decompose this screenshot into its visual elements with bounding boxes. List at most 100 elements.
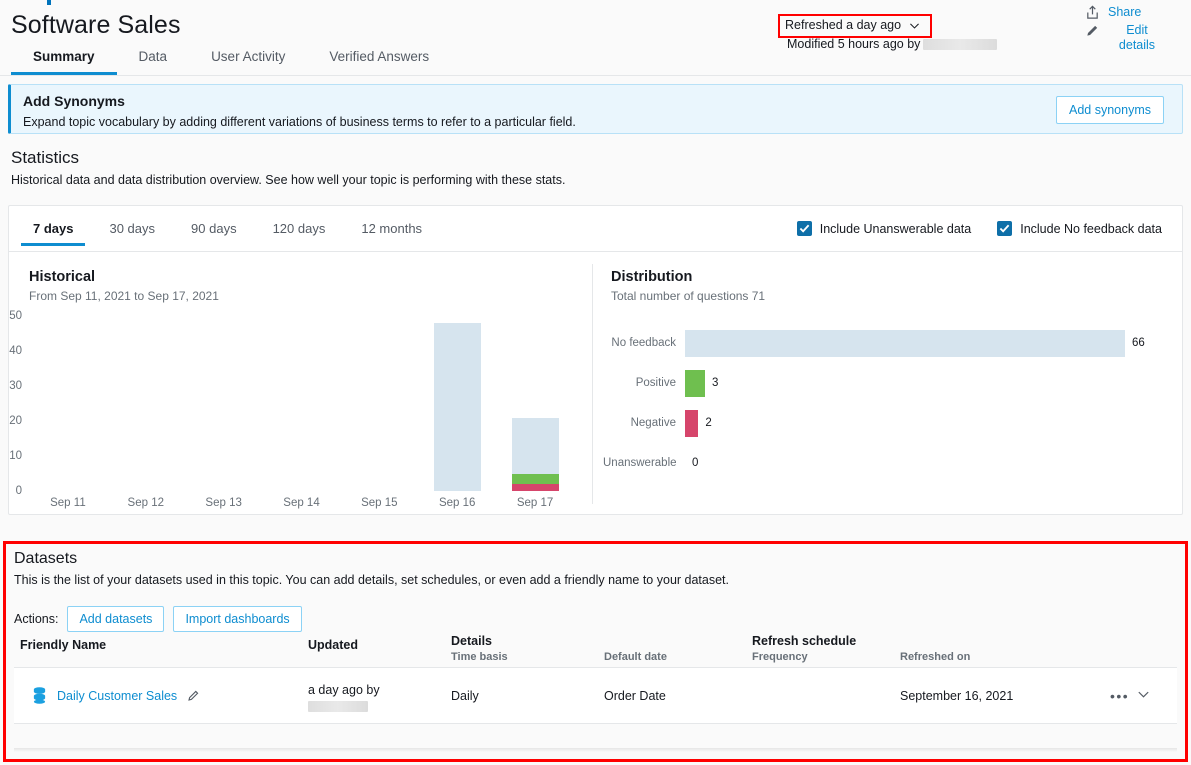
range-tab-12-months[interactable]: 12 months	[343, 214, 440, 246]
dataset-time-basis-cell: Daily	[451, 688, 479, 703]
datasets-table: Friendly Name Updated Details Time basis…	[14, 634, 1177, 724]
range-tab-30-days[interactable]: 30 days	[91, 214, 173, 246]
edit-name-pencil-icon[interactable]	[187, 689, 200, 702]
range-tab-120-days[interactable]: 120 days	[255, 214, 344, 246]
add-datasets-button[interactable]: Add datasets	[67, 606, 165, 632]
dataset-refreshed-on-cell: September 16, 2021	[900, 688, 1014, 703]
x-axis-tick: Sep 14	[283, 497, 320, 509]
distribution-row[interactable]: No feedback 66	[603, 323, 1173, 363]
historical-title: Historical	[29, 269, 96, 285]
column-refreshed-on: Refreshed on	[900, 651, 971, 663]
refreshed-dropdown[interactable]: Refreshed a day ago	[785, 18, 921, 32]
historical-subtitle: From Sep 11, 2021 to Sep 17, 2021	[29, 289, 219, 303]
page-title: Software Sales	[11, 11, 181, 39]
dataset-icon	[33, 686, 46, 704]
distribution-title: Distribution	[611, 269, 693, 285]
range-tab-90-days[interactable]: 90 days	[173, 214, 255, 246]
datasets-title: Datasets	[14, 550, 78, 567]
range-tabs: 7 days 30 days 90 days 120 days 12 month…	[15, 214, 440, 246]
historical-panel: Historical From Sep 11, 2021 to Sep 17, …	[9, 261, 592, 511]
import-dashboards-button[interactable]: Import dashboards	[173, 606, 302, 632]
main-tabs: Summary Data User Activity Verified Answ…	[11, 49, 451, 75]
historical-chart: 50 40 30 20 10 0	[9, 310, 574, 497]
datasets-description: This is the list of your datasets used i…	[14, 573, 730, 587]
tab-summary[interactable]: Summary	[11, 49, 117, 75]
historical-x-axis: Sep 11 Sep 12 Sep 13 Sep 14 Sep 15 Sep 16 Sep …	[29, 497, 574, 517]
share-button[interactable]: Share	[1085, 5, 1177, 20]
range-tab-7-days[interactable]: 7 days	[15, 214, 91, 246]
add-synonyms-button[interactable]: Add synonyms	[1056, 96, 1164, 124]
chart-bar-segment	[511, 484, 559, 491]
share-icon	[1087, 5, 1098, 19]
column-default-date: Default date	[604, 651, 667, 663]
y-axis-tick: 40	[9, 345, 22, 357]
data-filter-checkboxes: Include Unanswerable data Include No fee…	[796, 221, 1162, 236]
distribution-subtitle: Total number of questions 71	[611, 289, 766, 303]
dataset-name-cell: Daily Customer Sales	[32, 686, 200, 705]
x-axis-tick: Sep 13	[205, 497, 242, 509]
add-synonyms-title: Add Synonyms	[23, 93, 125, 109]
column-refresh-schedule: Refresh schedule	[752, 634, 857, 648]
checkbox-include-unanswerable[interactable]: Include Unanswerable data	[796, 221, 971, 236]
modified-status: Modified 5 hours ago by	[787, 37, 998, 51]
row-expand-chevron-icon[interactable]	[1136, 686, 1151, 701]
breadcrumb-stub	[47, 0, 51, 5]
chevron-down-icon	[910, 23, 919, 29]
edit-details-button[interactable]: Edit details	[1085, 23, 1177, 53]
distribution-value: 2	[705, 417, 712, 429]
x-axis-tick: Sep 11	[50, 497, 86, 509]
page-header: Software Sales Summary Data User Activit…	[0, 0, 1191, 76]
pencil-icon	[1087, 25, 1098, 36]
table-bottom-shadow	[14, 748, 1177, 752]
column-time-basis: Time basis	[451, 651, 508, 663]
distribution-value: 3	[712, 377, 719, 389]
share-label: Share	[1108, 5, 1142, 19]
refreshed-label: Refreshed a day ago	[785, 18, 902, 32]
y-axis-tick: 30	[9, 380, 22, 392]
add-synonyms-banner: Add Synonyms Expand topic vocabulary by …	[8, 84, 1183, 134]
y-axis-tick: 20	[9, 415, 22, 427]
distribution-value: 0	[692, 457, 699, 469]
add-synonyms-description: Expand topic vocabulary by adding differ…	[23, 115, 576, 129]
checkmark-icon	[997, 221, 1013, 236]
dataset-default-date-cell: Order Date	[604, 688, 666, 703]
distribution-bar	[685, 369, 705, 397]
tab-verified-answers[interactable]: Verified Answers	[307, 49, 451, 75]
x-axis-tick: Sep 15	[361, 497, 398, 509]
dataset-updated-text: a day ago by	[308, 683, 380, 697]
tab-data[interactable]: Data	[117, 49, 190, 75]
row-more-actions-icon[interactable]: •••	[1110, 688, 1129, 704]
y-axis-tick: 10	[9, 450, 22, 462]
refresh-status-group: Refreshed a day ago	[785, 16, 925, 34]
distribution-row[interactable]: Unanswerable 0	[603, 443, 1173, 483]
y-axis-tick: 50	[9, 310, 22, 322]
datasets-table-header: Friendly Name Updated Details Time basis…	[14, 634, 1177, 667]
redacted-user-name	[308, 701, 368, 712]
range-tabs-divider	[9, 251, 1182, 252]
checkbox-include-no-feedback[interactable]: Include No feedback data	[997, 221, 1162, 236]
distribution-label: Unanswerable	[603, 457, 677, 469]
distribution-bar	[685, 409, 699, 437]
distribution-label: Negative	[630, 417, 676, 429]
distribution-label: Positive	[635, 377, 676, 389]
dataset-name-link[interactable]: Daily Customer Sales	[57, 689, 177, 703]
checkmark-icon	[796, 221, 812, 236]
x-axis-tick: Sep 17	[516, 497, 554, 509]
page-root: Software Sales Summary Data User Activit…	[0, 0, 1191, 765]
redacted-user-name	[923, 38, 998, 50]
tab-user-activity[interactable]: User Activity	[189, 49, 307, 75]
chart-bar-segment	[511, 473, 559, 484]
tabs-divider	[0, 75, 1191, 76]
chart-bar[interactable]	[511, 417, 559, 491]
distribution-bar	[685, 329, 1125, 357]
x-axis-tick: Sep 16	[438, 497, 476, 509]
chart-bar-segment	[433, 323, 481, 491]
chart-bar[interactable]	[433, 323, 481, 491]
distribution-row[interactable]: Positive 3	[603, 363, 1173, 403]
distribution-row[interactable]: Negative 2	[603, 403, 1173, 443]
column-details: Details	[451, 634, 492, 648]
distribution-value: 66	[1132, 337, 1145, 349]
table-row[interactable]: Daily Customer Sales a day ago by Daily …	[14, 667, 1177, 724]
statistics-title: Statistics	[11, 148, 80, 167]
column-frequency: Frequency	[752, 651, 808, 663]
